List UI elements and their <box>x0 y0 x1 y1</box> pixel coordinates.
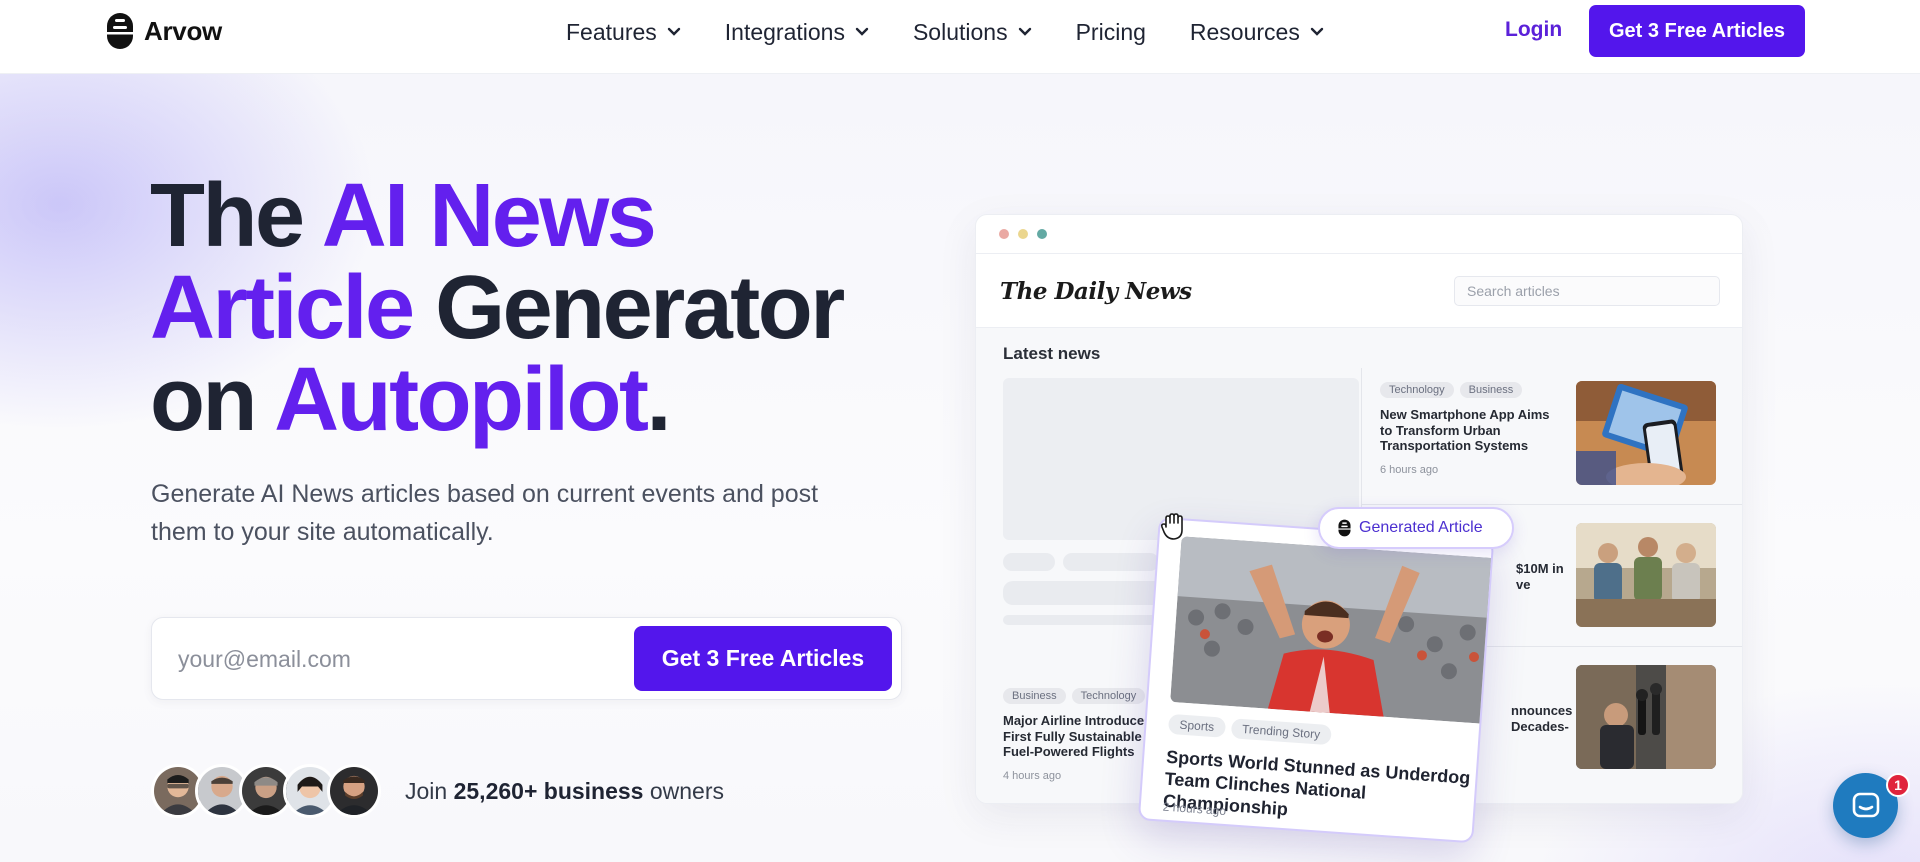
social-prefix: Join <box>405 777 448 804</box>
news-item: $10M in ve <box>1516 552 1576 592</box>
headline-word: Generator <box>435 258 845 358</box>
news-tag: Business <box>1459 382 1523 398</box>
nav-features-label: Features <box>566 18 657 45</box>
headline-period: . <box>646 350 671 450</box>
chevron-down-icon <box>667 27 680 36</box>
latest-news-heading: Latest news <box>1003 344 1101 363</box>
social-count: 25,260+ business <box>453 777 644 804</box>
social-proof-text: Join 25,260+ business owners <box>405 778 724 805</box>
hero-headline: The AI News Article Generator on Autopil… <box>150 170 870 446</box>
email-input[interactable] <box>178 640 618 678</box>
login-link[interactable]: Login <box>1505 18 1562 42</box>
window-controls <box>999 229 1047 239</box>
skeleton-line <box>1063 553 1159 571</box>
avatar <box>327 764 381 818</box>
news-item: Business Technology Major Airline Introdu… <box>1003 686 1163 782</box>
news-tag: Business <box>1003 688 1066 704</box>
row-divider <box>1362 504 1742 505</box>
news-thumbnail-meeting <box>1576 523 1716 627</box>
arvow-logo-icon <box>107 13 133 49</box>
generated-article-time: 2 hours ago <box>1162 799 1227 819</box>
chevron-down-icon <box>1018 27 1031 36</box>
generated-article-badge: Generated Article <box>1318 507 1514 549</box>
grab-hand-icon <box>1160 513 1183 540</box>
site-search-input: Search articles <box>1454 276 1720 306</box>
news-time: 4 hours ago <box>1003 769 1062 782</box>
headline-word: on <box>150 350 257 450</box>
main-menu: Features Integrations Solutions Pricing … <box>566 16 1368 48</box>
social-proof: Join 25,260+ business owners <box>151 764 724 818</box>
social-suffix: owners <box>649 777 725 804</box>
chevron-down-icon <box>855 27 869 36</box>
news-time: 6 hours ago <box>1380 463 1439 476</box>
brand-logo[interactable]: Arvow <box>106 12 222 50</box>
site-logo: The Daily News <box>1000 278 1192 305</box>
chat-icon <box>1852 792 1879 817</box>
site-header: The Daily News Search articles <box>976 254 1742 328</box>
window-dot-teal <box>1037 229 1047 239</box>
nav-integrations-label: Integrations <box>724 18 845 45</box>
nav-resources[interactable]: Resources <box>1190 16 1324 48</box>
chevron-down-icon <box>1310 27 1324 36</box>
nav-pricing[interactable]: Pricing <box>1076 16 1146 48</box>
news-title: Major Airline Introduces First Fully Sus… <box>1003 713 1152 759</box>
nav-integrations[interactable]: Integrations <box>725 16 869 48</box>
news-item: Technology Business New Smartphone App Ai… <box>1380 380 1560 476</box>
news-tag: Trending Story <box>1230 718 1332 746</box>
news-title-fragment: Decades- <box>1511 718 1569 734</box>
headline-accent: AI News <box>321 166 657 266</box>
news-thumbnail-press <box>1576 665 1716 769</box>
news-tag: Technology <box>1380 382 1454 398</box>
generated-article-card: Sports Trending Story Sports World Stunne… <box>1137 516 1495 844</box>
news-thumbnail-phone <box>1576 381 1716 485</box>
nav-pricing-label: Pricing <box>1075 18 1146 45</box>
get-free-articles-button[interactable]: Get 3 Free Articles <box>634 626 892 691</box>
skeleton-line <box>1003 553 1055 571</box>
nav-get-free-articles-button[interactable]: Get 3 Free Articles <box>1589 5 1805 57</box>
news-title: New Smartphone App Aims to Transform Urb… <box>1380 407 1550 453</box>
news-title-fragment: ve <box>1516 576 1531 592</box>
nav-solutions-label: Solutions <box>912 18 1008 45</box>
news-title-fragment: $10M in <box>1516 561 1564 576</box>
top-nav: Arvow Features Integrations Solutions Pr… <box>0 0 1920 74</box>
window-dot-red <box>999 229 1009 239</box>
chat-unread-badge: 1 <box>1886 773 1910 797</box>
nav-resources-label: Resources <box>1189 18 1300 45</box>
headline-accent: Autopilot <box>274 350 649 450</box>
nav-features[interactable]: Features <box>566 16 681 48</box>
generated-tags: Sports Trending Story <box>1167 713 1338 746</box>
athlete-photo <box>1170 536 1495 725</box>
generated-article-badge-label: Generated Article <box>1359 519 1483 536</box>
news-tag: Technology <box>1071 688 1146 704</box>
window-dot-yellow <box>1018 229 1028 239</box>
arvow-logo-icon <box>1338 519 1351 537</box>
brand-name: Arvow <box>144 15 222 46</box>
news-tag: Sports <box>1167 713 1226 738</box>
headline-accent: Article <box>150 258 415 358</box>
headline-word: The <box>150 166 305 266</box>
hero-subtext: Generate AI News articles based on curre… <box>151 480 819 546</box>
nav-solutions[interactable]: Solutions <box>913 16 1032 48</box>
avatar-group <box>151 764 381 818</box>
generated-article-title: Sports World Stunned as Underdog Team Cl… <box>1162 746 1471 820</box>
signup-form: Get 3 Free Articles <box>151 617 902 700</box>
news-item: nnounces Decades- <box>1511 694 1581 734</box>
news-title-fragment: nnounces <box>1511 703 1573 718</box>
